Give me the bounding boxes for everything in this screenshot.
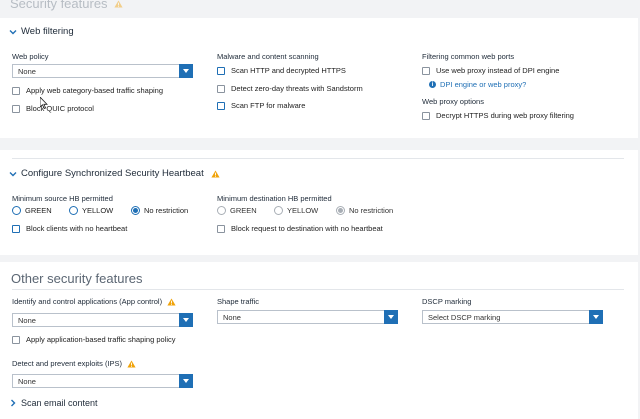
- dest-hb-yellow-radio[interactable]: YELLOW: [274, 206, 318, 215]
- ips-select[interactable]: None: [12, 374, 193, 388]
- block-clients-checkbox[interactable]: Block clients with no heartbeat: [12, 224, 127, 233]
- info-icon: i: [429, 81, 436, 88]
- web-filtering-header[interactable]: Web filtering: [9, 26, 74, 37]
- shape-traffic-select[interactable]: None: [217, 310, 398, 324]
- zero-day-checkbox[interactable]: Detect zero-day threats with Sandstorm: [217, 84, 363, 93]
- divider: [12, 289, 624, 290]
- scan-http-checkbox[interactable]: Scan HTTP and decrypted HTTPS: [217, 66, 346, 75]
- chevron-right-icon: [9, 399, 17, 407]
- heartbeat-header[interactable]: Configure Synchronized Security Heartbea…: [9, 168, 220, 179]
- dropdown-arrow-icon: [179, 64, 193, 78]
- apply-category-shaping-checkbox[interactable]: Apply web category-based traffic shaping: [12, 86, 163, 95]
- security-features-title: Security features: [10, 0, 123, 11]
- dropdown-arrow-icon: [179, 313, 193, 327]
- apply-app-shaping-checkbox[interactable]: Apply application-based traffic shaping …: [12, 335, 176, 344]
- use-web-proxy-checkbox[interactable]: Use web proxy instead of DPI engine: [422, 66, 559, 75]
- min-destination-hb-label: Minimum destination HB permitted: [217, 194, 332, 203]
- dpi-or-proxy-link[interactable]: i DPI engine or web proxy?: [429, 80, 526, 89]
- source-hb-yellow-radio[interactable]: YELLOW: [69, 206, 113, 215]
- dropdown-arrow-icon: [179, 374, 193, 388]
- web-policy-select[interactable]: None: [12, 64, 193, 78]
- dropdown-arrow-icon: [384, 310, 398, 324]
- web-filtering-panel: [0, 18, 638, 138]
- warning-icon: [211, 169, 220, 178]
- chevron-down-icon: [9, 170, 17, 178]
- divider: [12, 158, 624, 159]
- scan-ftp-checkbox[interactable]: Scan FTP for malware: [217, 101, 305, 110]
- web-policy-label: Web policy: [12, 52, 49, 61]
- source-hb-green-radio[interactable]: GREEN: [12, 206, 52, 215]
- chevron-down-icon: [9, 28, 17, 36]
- dscp-marking-select[interactable]: Select DSCP marking: [422, 310, 603, 324]
- dscp-marking-label: DSCP marking: [422, 297, 472, 306]
- app-control-select[interactable]: None: [12, 313, 193, 327]
- ips-label: Detect and prevent exploits (IPS): [12, 359, 136, 368]
- decrypt-https-checkbox[interactable]: Decrypt HTTPS during web proxy filtering: [422, 111, 574, 120]
- mouse-cursor-icon: [40, 97, 48, 109]
- app-control-label: Identify and control applications (App c…: [12, 297, 176, 306]
- other-features-title: Other security features: [11, 271, 143, 286]
- scan-email-header[interactable]: Scan email content: [9, 398, 98, 408]
- shape-traffic-label: Shape traffic: [217, 297, 259, 306]
- block-request-checkbox[interactable]: Block request to destination with no hea…: [217, 224, 383, 233]
- warning-icon: [127, 359, 136, 368]
- min-source-hb-label: Minimum source HB permitted: [12, 194, 113, 203]
- warning-icon: [167, 297, 176, 306]
- warning-icon: [114, 0, 123, 8]
- common-ports-label: Filtering common web ports: [422, 52, 515, 61]
- dest-hb-green-radio[interactable]: GREEN: [217, 206, 257, 215]
- source-hb-no-restriction-radio[interactable]: No restriction: [131, 206, 188, 215]
- block-quic-checkbox[interactable]: Block QUIC protocol: [12, 104, 94, 113]
- dropdown-arrow-icon: [589, 310, 603, 324]
- web-proxy-options-label: Web proxy options: [422, 97, 484, 106]
- dest-hb-no-restriction-radio[interactable]: No restriction: [336, 206, 393, 215]
- malware-scanning-label: Malware and content scanning: [217, 52, 319, 61]
